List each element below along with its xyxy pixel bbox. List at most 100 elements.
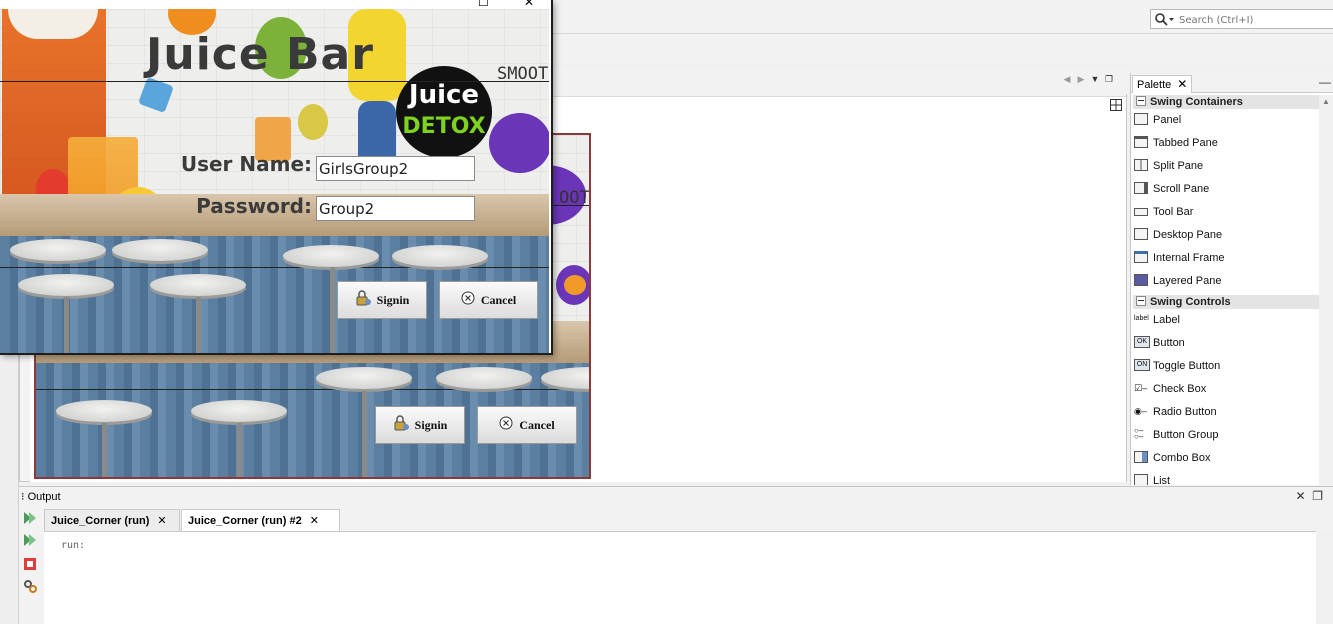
stool-illustration xyxy=(18,274,114,296)
signin-label: Signin xyxy=(376,292,410,307)
scroll-up-icon[interactable]: ▲ xyxy=(1322,97,1330,106)
document-list-icon[interactable]: ▼ xyxy=(1088,74,1102,84)
collapse-icon[interactable] xyxy=(1136,96,1146,106)
username-label: User Name: xyxy=(180,152,312,176)
layered-pane-icon xyxy=(1134,274,1148,287)
internal-frame-icon xyxy=(1134,251,1148,264)
layout-guide xyxy=(36,389,589,390)
palette-item-tabbed-pane[interactable]: Tabbed Pane xyxy=(1134,133,1319,153)
restore-window-icon[interactable]: ❐ xyxy=(1312,489,1323,503)
password-field[interactable] xyxy=(316,196,475,221)
palette-item-scroll-pane[interactable]: Scroll Pane xyxy=(1134,179,1319,199)
search-icon[interactable] xyxy=(1154,12,1176,26)
stool-illustration xyxy=(56,400,152,422)
signin-button[interactable]: Signin xyxy=(337,281,427,319)
designer-signin-label: Signin xyxy=(414,417,448,432)
palette-tab[interactable]: Palette ✕ xyxy=(1132,75,1193,93)
palette-item-label: Tabbed Pane xyxy=(1153,137,1218,149)
settings-icon[interactable] xyxy=(23,579,37,593)
logo-text: DETOX xyxy=(402,114,486,139)
output-tab-run[interactable]: Juice_Corner (run) ✕ xyxy=(44,509,180,531)
search-input[interactable] xyxy=(1177,11,1331,29)
palette-item-tool-bar[interactable]: Tool Bar xyxy=(1134,202,1319,222)
palette-category-swing-controls[interactable]: Swing Controls xyxy=(1133,295,1319,309)
scroll-right-icon[interactable]: ▶ xyxy=(1074,74,1088,85)
cancel-button[interactable]: Cancel xyxy=(439,281,538,319)
app-title: Juice Bar xyxy=(146,29,374,80)
palette-item-radio-button[interactable]: ◉– Radio Button xyxy=(1134,402,1319,422)
palette-item-combo-box[interactable]: Combo Box xyxy=(1134,448,1319,468)
minimize-icon[interactable]: — xyxy=(1319,75,1331,89)
palette-item-label: Layered Pane xyxy=(1153,275,1222,287)
lemon-illustration xyxy=(298,104,328,140)
palette-category-label: Swing Containers xyxy=(1150,96,1243,108)
scroll-left-icon[interactable]: ◀ xyxy=(1060,74,1074,85)
scroll-pane-icon xyxy=(1134,182,1148,195)
palette-item-label: Check Box xyxy=(1153,383,1207,395)
cancel-label: Cancel xyxy=(480,292,517,307)
designer-cancel-button[interactable]: Cancel xyxy=(477,406,577,444)
close-icon[interactable]: ✕ xyxy=(524,0,534,9)
restore-window-icon[interactable]: ❐ xyxy=(1102,74,1116,85)
rerun-with-params-icon[interactable] xyxy=(23,533,37,547)
palette-item-button-group[interactable]: ○– ○– Button Group xyxy=(1134,425,1319,445)
stool-leg xyxy=(196,297,201,353)
close-icon[interactable]: ✕ xyxy=(1177,77,1187,91)
collapse-icon[interactable] xyxy=(1136,296,1146,306)
stool-illustration xyxy=(392,245,488,267)
quick-search[interactable] xyxy=(1150,9,1333,29)
stool-illustration xyxy=(316,367,412,389)
stool-leg xyxy=(330,267,335,353)
desktop-pane-icon xyxy=(1134,228,1148,241)
palette-item-list[interactable]: List xyxy=(1134,471,1319,485)
palette-item-label: Combo Box xyxy=(1153,452,1211,464)
layout-guide xyxy=(0,267,549,268)
palette-item-layered-pane[interactable]: Layered Pane xyxy=(1134,271,1319,291)
designer-cancel-label: Cancel xyxy=(519,417,555,432)
stool-leg xyxy=(64,297,69,353)
palette-category-swing-containers[interactable]: Swing Containers xyxy=(1133,95,1319,109)
stool-leg xyxy=(102,423,107,477)
combo-box-icon xyxy=(1134,451,1148,464)
split-pane-icon xyxy=(1134,159,1148,172)
palette-item-label: Split Pane xyxy=(1153,160,1204,172)
output-tab-run-2[interactable]: Juice_Corner (run) #2 ✕ xyxy=(181,509,340,531)
maximize-icon[interactable]: ☐ xyxy=(478,0,489,9)
palette-panel: Palette ✕ — Swing Containers Panel Tabbed… xyxy=(1130,73,1333,485)
palette-item-desktop-pane[interactable]: Desktop Pane xyxy=(1134,225,1319,245)
palette-item-label[interactable]: label Label xyxy=(1134,310,1319,330)
stool-illustration xyxy=(112,239,208,261)
console-line: run: xyxy=(61,540,86,551)
palette-item-split-pane[interactable]: Split Pane xyxy=(1134,156,1319,176)
palette-scrollbar[interactable]: ▲ xyxy=(1319,95,1333,485)
layout-guide xyxy=(0,81,549,82)
palette-item-check-box[interactable]: ☑– Check Box xyxy=(1134,379,1319,399)
password-label: Password: xyxy=(196,194,312,218)
stool-illustration xyxy=(10,239,106,261)
stop-icon[interactable] xyxy=(23,557,37,571)
orange-slice-illustration xyxy=(564,275,586,295)
stool-illustration xyxy=(150,274,246,296)
palette-item-label: Internal Frame xyxy=(1153,252,1225,264)
button-group-icon: ○– ○– xyxy=(1134,426,1144,442)
palette-item-panel[interactable]: Panel xyxy=(1134,110,1319,130)
output-scrollbar[interactable] xyxy=(1316,531,1333,624)
palette-item-label: Button xyxy=(1153,337,1185,349)
close-icon[interactable]: ✕ xyxy=(310,515,319,527)
panel-icon xyxy=(1134,113,1148,126)
close-icon[interactable]: ✕ xyxy=(1296,489,1306,503)
palette-item-toggle-button[interactable]: ON Toggle Button xyxy=(1134,356,1319,376)
username-field[interactable] xyxy=(316,156,475,181)
radio-icon: ◉– xyxy=(1134,406,1147,417)
cancel-circle-icon xyxy=(461,291,475,309)
close-icon[interactable]: ✕ xyxy=(157,515,166,527)
rerun-icon[interactable] xyxy=(23,511,37,525)
checkbox-icon: ☑– xyxy=(1134,383,1148,394)
palette-item-internal-frame[interactable]: Internal Frame xyxy=(1134,248,1319,268)
designer-signin-button[interactable]: Signin xyxy=(375,406,465,444)
juice-detox-logo: Juice DETOX xyxy=(396,66,492,158)
grid-layout-icon[interactable] xyxy=(1110,99,1122,111)
palette-item-label: List xyxy=(1153,475,1171,485)
palette-item-button[interactable]: OK Button xyxy=(1134,333,1319,353)
output-console[interactable]: run: xyxy=(44,531,1316,624)
